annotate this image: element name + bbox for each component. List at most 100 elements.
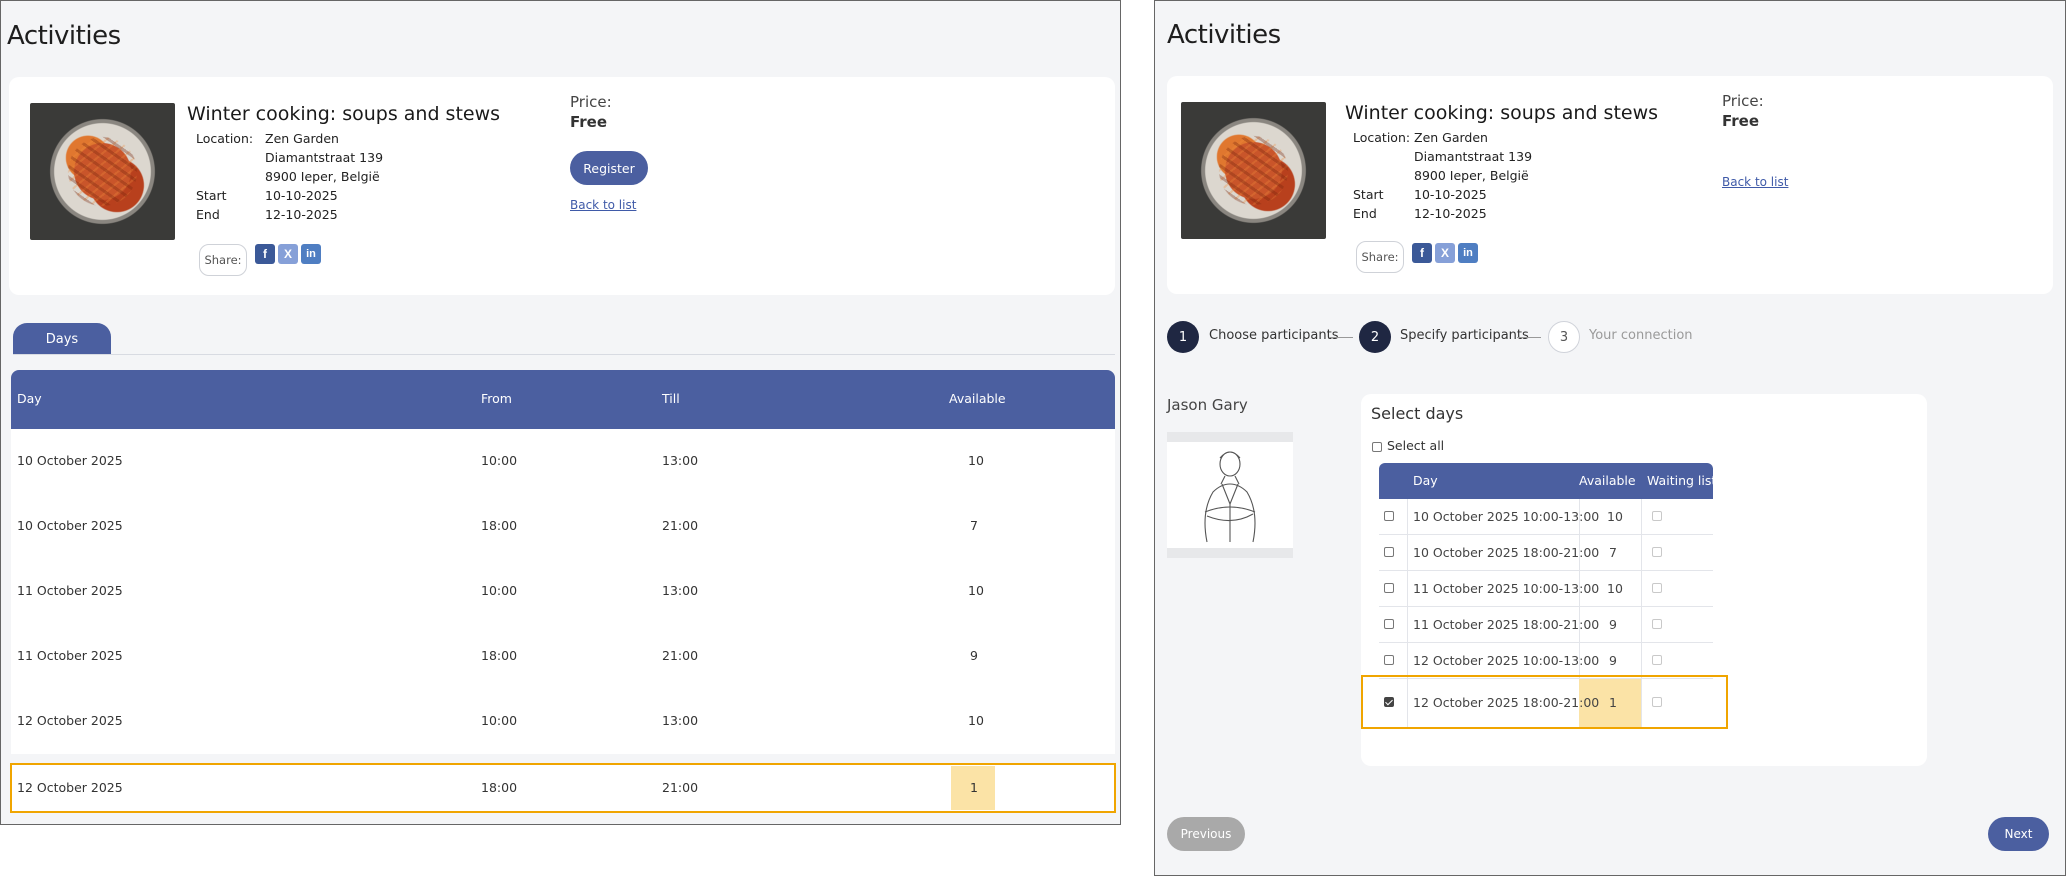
price-value: Free xyxy=(1722,112,1760,130)
cell-day: 12 October 2025 xyxy=(17,713,123,728)
cell-from: 18:00 xyxy=(481,648,518,663)
cell-divider xyxy=(1641,643,1642,679)
cell-available: 10 xyxy=(968,453,984,468)
location-line: Zen Garden xyxy=(1414,130,1488,145)
col-waiting-list: Waiting list xyxy=(1647,473,1717,488)
location-line: Diamantstraat 139 xyxy=(265,150,384,165)
cell-divider xyxy=(1407,535,1408,571)
cell-available: 9 xyxy=(970,648,978,663)
select-days-title: Select days xyxy=(1371,404,1464,423)
register-button[interactable]: Register xyxy=(570,151,648,185)
cell-till: 21:00 xyxy=(662,648,699,663)
col-available: Available xyxy=(949,391,1006,406)
step-3-circle: 3 xyxy=(1548,321,1580,353)
day-checkbox[interactable] xyxy=(1384,655,1394,665)
back-to-list-link[interactable]: Back to list xyxy=(1722,175,1788,189)
end-label: End xyxy=(1353,206,1377,221)
next-button[interactable]: Next xyxy=(1988,817,2049,851)
step-divider xyxy=(1329,337,1353,338)
cell-divider xyxy=(1407,571,1408,607)
day-row: 12 October 2025 10:00-13:00 9 xyxy=(1379,643,1713,679)
cell-till: 13:00 xyxy=(662,453,699,468)
cell-day: 10 October 2025 xyxy=(17,518,123,533)
facebook-icon[interactable]: f xyxy=(255,244,275,264)
day-row: 10 October 2025 10:00-13:00 10 xyxy=(1379,499,1713,535)
share-label: Share: xyxy=(1356,241,1404,273)
x-twitter-icon[interactable]: X xyxy=(278,244,298,264)
col-till: Till xyxy=(662,391,680,406)
price-value: Free xyxy=(570,113,608,131)
cell-day: 11 October 2025 18:00-21:00 xyxy=(1413,617,1600,632)
select-all-checkbox[interactable] xyxy=(1372,442,1382,452)
cell-divider xyxy=(1579,499,1580,535)
back-to-list-link[interactable]: Back to list xyxy=(570,198,636,212)
cell-divider xyxy=(1641,571,1642,607)
waiting-list-checkbox xyxy=(1652,655,1662,665)
select-all-label: Select all xyxy=(1387,438,1445,453)
location-line: 8900 Ieper, België xyxy=(265,169,380,184)
cell-divider xyxy=(1407,643,1408,679)
cell-day: 10 October 2025 xyxy=(17,453,123,468)
table-row: 11 October 2025 18:00 21:00 9 xyxy=(11,624,1115,689)
cell-available: 10 xyxy=(968,713,984,728)
cell-day: 11 October 2025 xyxy=(17,583,123,598)
day-checkbox[interactable] xyxy=(1384,583,1394,593)
cell-from: 10:00 xyxy=(481,453,518,468)
cell-divider xyxy=(1641,499,1642,535)
table-row-highlighted: 12 October 2025 18:00 21:00 1 xyxy=(10,763,1116,813)
cell-divider xyxy=(1579,643,1580,679)
day-row: 10 October 2025 18:00-21:00 7 xyxy=(1379,535,1713,571)
tab-divider xyxy=(13,354,1115,355)
facebook-icon[interactable]: f xyxy=(1412,243,1432,263)
previous-button[interactable]: Previous xyxy=(1167,817,1245,851)
page-title: Activities xyxy=(7,21,121,51)
price-label: Price: xyxy=(570,93,612,111)
waiting-list-checkbox xyxy=(1652,547,1662,557)
waiting-list-checkbox xyxy=(1652,619,1662,629)
cell-from: 18:00 xyxy=(481,518,518,533)
cell-available: 7 xyxy=(1609,545,1617,560)
col-from: From xyxy=(481,391,512,406)
cell-divider xyxy=(1407,499,1408,535)
table-row: 12 October 2025 10:00 13:00 10 xyxy=(11,689,1115,754)
cell-available: 10 xyxy=(968,583,984,598)
day-checkbox[interactable] xyxy=(1384,511,1394,521)
linkedin-icon[interactable]: in xyxy=(301,244,321,264)
start-value: 10-10-2025 xyxy=(1414,187,1487,202)
step-2-circle: 2 xyxy=(1359,321,1391,353)
linkedin-icon[interactable]: in xyxy=(1458,243,1478,263)
person-sketch-icon xyxy=(1204,451,1256,543)
end-label: End xyxy=(196,207,220,222)
step-1-label: Choose participants xyxy=(1209,328,1339,343)
day-checkbox[interactable] xyxy=(1384,619,1394,629)
step-1-circle: 1 xyxy=(1167,321,1199,353)
table-row: 11 October 2025 10:00 13:00 10 xyxy=(11,559,1115,624)
cell-till: 13:00 xyxy=(662,583,699,598)
start-label: Start xyxy=(1353,187,1384,202)
activity-info: Location: Zen Garden Diamantstraat 139 8… xyxy=(196,129,436,229)
x-twitter-icon[interactable]: X xyxy=(1435,243,1455,263)
day-row: 11 October 2025 10:00-13:00 10 xyxy=(1379,571,1713,607)
day-checkbox[interactable] xyxy=(1384,547,1394,557)
cell-divider xyxy=(1641,607,1642,643)
col-day: Day xyxy=(1413,473,1438,488)
tab-days[interactable]: Days xyxy=(13,323,111,355)
activity-title: Winter cooking: soups and stews xyxy=(187,103,501,125)
registration-panel: Activities Winter cooking: soups and ste… xyxy=(1154,0,2066,876)
page-title: Activities xyxy=(1167,20,1281,50)
cell-till: 13:00 xyxy=(662,713,699,728)
cell-day: 12 October 2025 10:00-13:00 xyxy=(1413,653,1600,668)
end-value: 12-10-2025 xyxy=(265,207,338,222)
activity-card: Winter cooking: soups and stews Location… xyxy=(9,77,1115,295)
table-header: Day From Till Available xyxy=(11,370,1115,429)
cell-available: 1 xyxy=(970,780,978,795)
waiting-list-checkbox xyxy=(1652,511,1662,521)
activity-image xyxy=(1181,102,1326,239)
day-row: 11 October 2025 18:00-21:00 9 xyxy=(1379,607,1713,643)
table-row: 10 October 2025 18:00 21:00 7 xyxy=(11,494,1115,559)
location-label: Location: xyxy=(196,131,254,146)
participant-avatar xyxy=(1167,432,1293,558)
location-label: Location: xyxy=(1353,130,1411,145)
cell-available: 9 xyxy=(1609,617,1617,632)
table-row: 10 October 2025 10:00 13:00 10 xyxy=(11,429,1115,494)
